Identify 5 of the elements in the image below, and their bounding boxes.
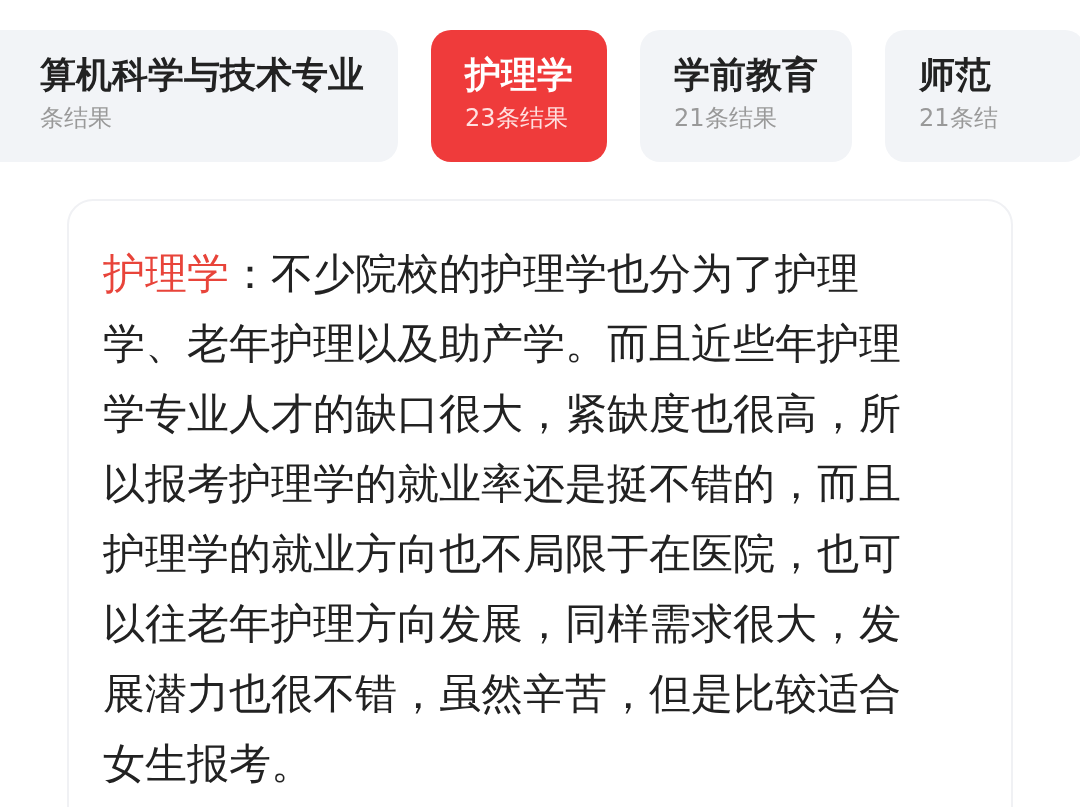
major-tab[interactable]: 算机科学与技术专业 条结果 xyxy=(0,30,398,162)
major-tab[interactable]: 师范 21条结 xyxy=(885,30,1080,162)
major-tab[interactable]: 护理学 23条结果 xyxy=(431,30,607,162)
description-paragraph: 护理学：不少院校的护理学也分为了护理学、老年护理以及助产学。而且近些年护理学专业人才的缺口很大，紧缺度也很高，所以报考护理学的就业率还是挺不错的，而且护理学的就业方向也不局限于在医院，也可以往老年护理方向发展，同样需求很大，发展潜力也很不错，虽然辛苦，但是比较适合女生报考。 xyxy=(103,248,902,790)
major-tab[interactable]: 学前教育 21条结果 xyxy=(640,30,852,162)
